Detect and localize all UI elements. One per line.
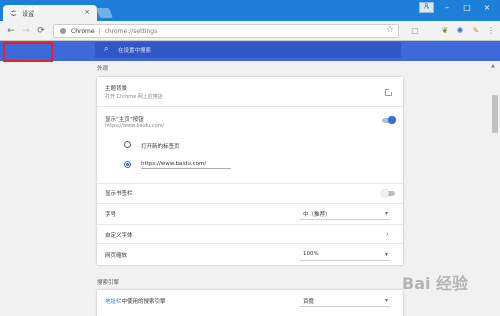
- forward-button[interactable]: →: [20, 25, 32, 37]
- search-engine-row-label: 地址栏中使用的搜索引擎: [105, 297, 166, 305]
- hamburger-menu-icon[interactable]: [11, 5, 20, 14]
- reload-button[interactable]: ⟳: [35, 25, 47, 37]
- radio-new-tab[interactable]: [124, 141, 131, 148]
- tab-close-icon[interactable]: ×: [84, 8, 90, 16]
- new-tab-option-label: 打开新的标签页: [141, 144, 180, 150]
- theme-label: 主题背景: [105, 86, 128, 92]
- url-text: chrome://settings: [104, 27, 158, 35]
- url-separator: |: [98, 27, 101, 35]
- scroll-up-icon[interactable]: ▲: [491, 63, 495, 69]
- home-button-toggle[interactable]: [382, 116, 396, 124]
- settings-search-input[interactable]: [118, 46, 368, 55]
- divider: [97, 224, 403, 225]
- back-button[interactable]: ←: [5, 25, 17, 37]
- bookmarks-bar-toggle[interactable]: [381, 189, 395, 197]
- window-title-bar: ⚙ 设置 × 凡 – □ ×: [0, 0, 500, 21]
- address-bar-link[interactable]: 地址栏: [105, 299, 122, 305]
- home-button-url: https://www.baidu.com/: [105, 123, 165, 129]
- chevron-right-icon[interactable]: ›: [386, 230, 389, 238]
- custom-fonts-label[interactable]: 自定义字体: [105, 231, 133, 239]
- bookmark-star-icon[interactable]: ☆: [386, 25, 394, 35]
- chrome-site-icon: [60, 28, 66, 34]
- extension-pen-icon[interactable]: ✎: [471, 26, 481, 36]
- search-engine-label-rest: 中使用的搜索引擎: [121, 299, 166, 305]
- new-tab-button[interactable]: [95, 8, 114, 18]
- divider: [97, 203, 403, 204]
- profile-badge[interactable]: 凡: [419, 2, 434, 13]
- home-button-label: 显示“主页”按钮: [105, 117, 144, 123]
- browser-toolbar: ← → ⟳ Chrome | chrome://settings ☆ ▢ ❦ ✺…: [0, 21, 500, 41]
- search-engine-select[interactable]: 百度: [303, 297, 314, 305]
- highlight-annotation-box: [3, 42, 53, 62]
- font-size-select-underline: [300, 219, 390, 220]
- site-label: Chrome: [71, 27, 95, 35]
- page-zoom-select-underline: [300, 260, 390, 261]
- divider: [97, 243, 403, 244]
- maximize-button[interactable]: □: [460, 3, 474, 13]
- extension-icon[interactable]: ▢: [410, 26, 420, 36]
- scrollbar-thumb[interactable]: [492, 95, 498, 133]
- search-engine-section-title: 搜索引擎: [97, 280, 120, 286]
- radio-custom-url[interactable]: [124, 161, 131, 168]
- extension-swirl-icon[interactable]: ✺: [455, 26, 465, 36]
- font-size-select[interactable]: 中（推荐）: [303, 210, 331, 218]
- bookmarks-bar-label: 显示书签栏: [105, 191, 133, 197]
- open-external-icon[interactable]: [385, 88, 393, 96]
- divider: [97, 106, 403, 107]
- custom-home-url-input[interactable]: [141, 159, 231, 169]
- page-zoom-select[interactable]: 100%: [303, 251, 319, 257]
- theme-sub-link[interactable]: 打开 Chrome 网上应用店: [105, 93, 163, 100]
- chevron-down-icon: ▾: [385, 251, 389, 258]
- font-size-label: 字号: [105, 212, 117, 218]
- minimize-button[interactable]: –: [440, 3, 454, 13]
- chevron-down-icon: ▾: [385, 297, 389, 304]
- watermark: Bai 经验: [402, 274, 469, 293]
- menu-kebab-icon[interactable]: ⋮: [486, 26, 496, 36]
- search-icon: ⌕: [104, 44, 109, 53]
- chevron-down-icon: ▾: [385, 210, 389, 217]
- search-engine-select-underline: [300, 306, 390, 307]
- window-close-button[interactable]: ×: [480, 3, 494, 13]
- extension-leaf-icon[interactable]: ❦: [440, 26, 450, 36]
- divider: [97, 183, 403, 184]
- appearance-section-title: 外观: [97, 66, 109, 72]
- page-zoom-label: 网页缩放: [105, 253, 128, 259]
- address-bar[interactable]: Chrome | chrome://settings ☆: [53, 24, 399, 38]
- page-title: 设置: [26, 6, 40, 14]
